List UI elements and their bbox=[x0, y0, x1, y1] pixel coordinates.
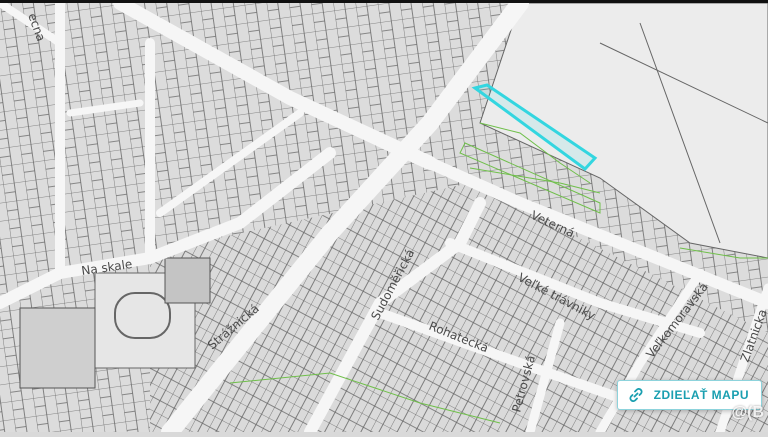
building bbox=[164, 257, 211, 304]
link-icon bbox=[628, 387, 644, 403]
map-canvas[interactable]: Na skale Strážnická Sudoměřická Rohateck… bbox=[0, 0, 768, 437]
cadastral-map[interactable]: Na skale Strážnická Sudoměřická Rohateck… bbox=[0, 0, 768, 437]
watermark: @(B bbox=[731, 404, 764, 421]
building-block bbox=[19, 307, 96, 389]
share-map-label: ZDIEĽAŤ MAPU bbox=[653, 388, 749, 402]
